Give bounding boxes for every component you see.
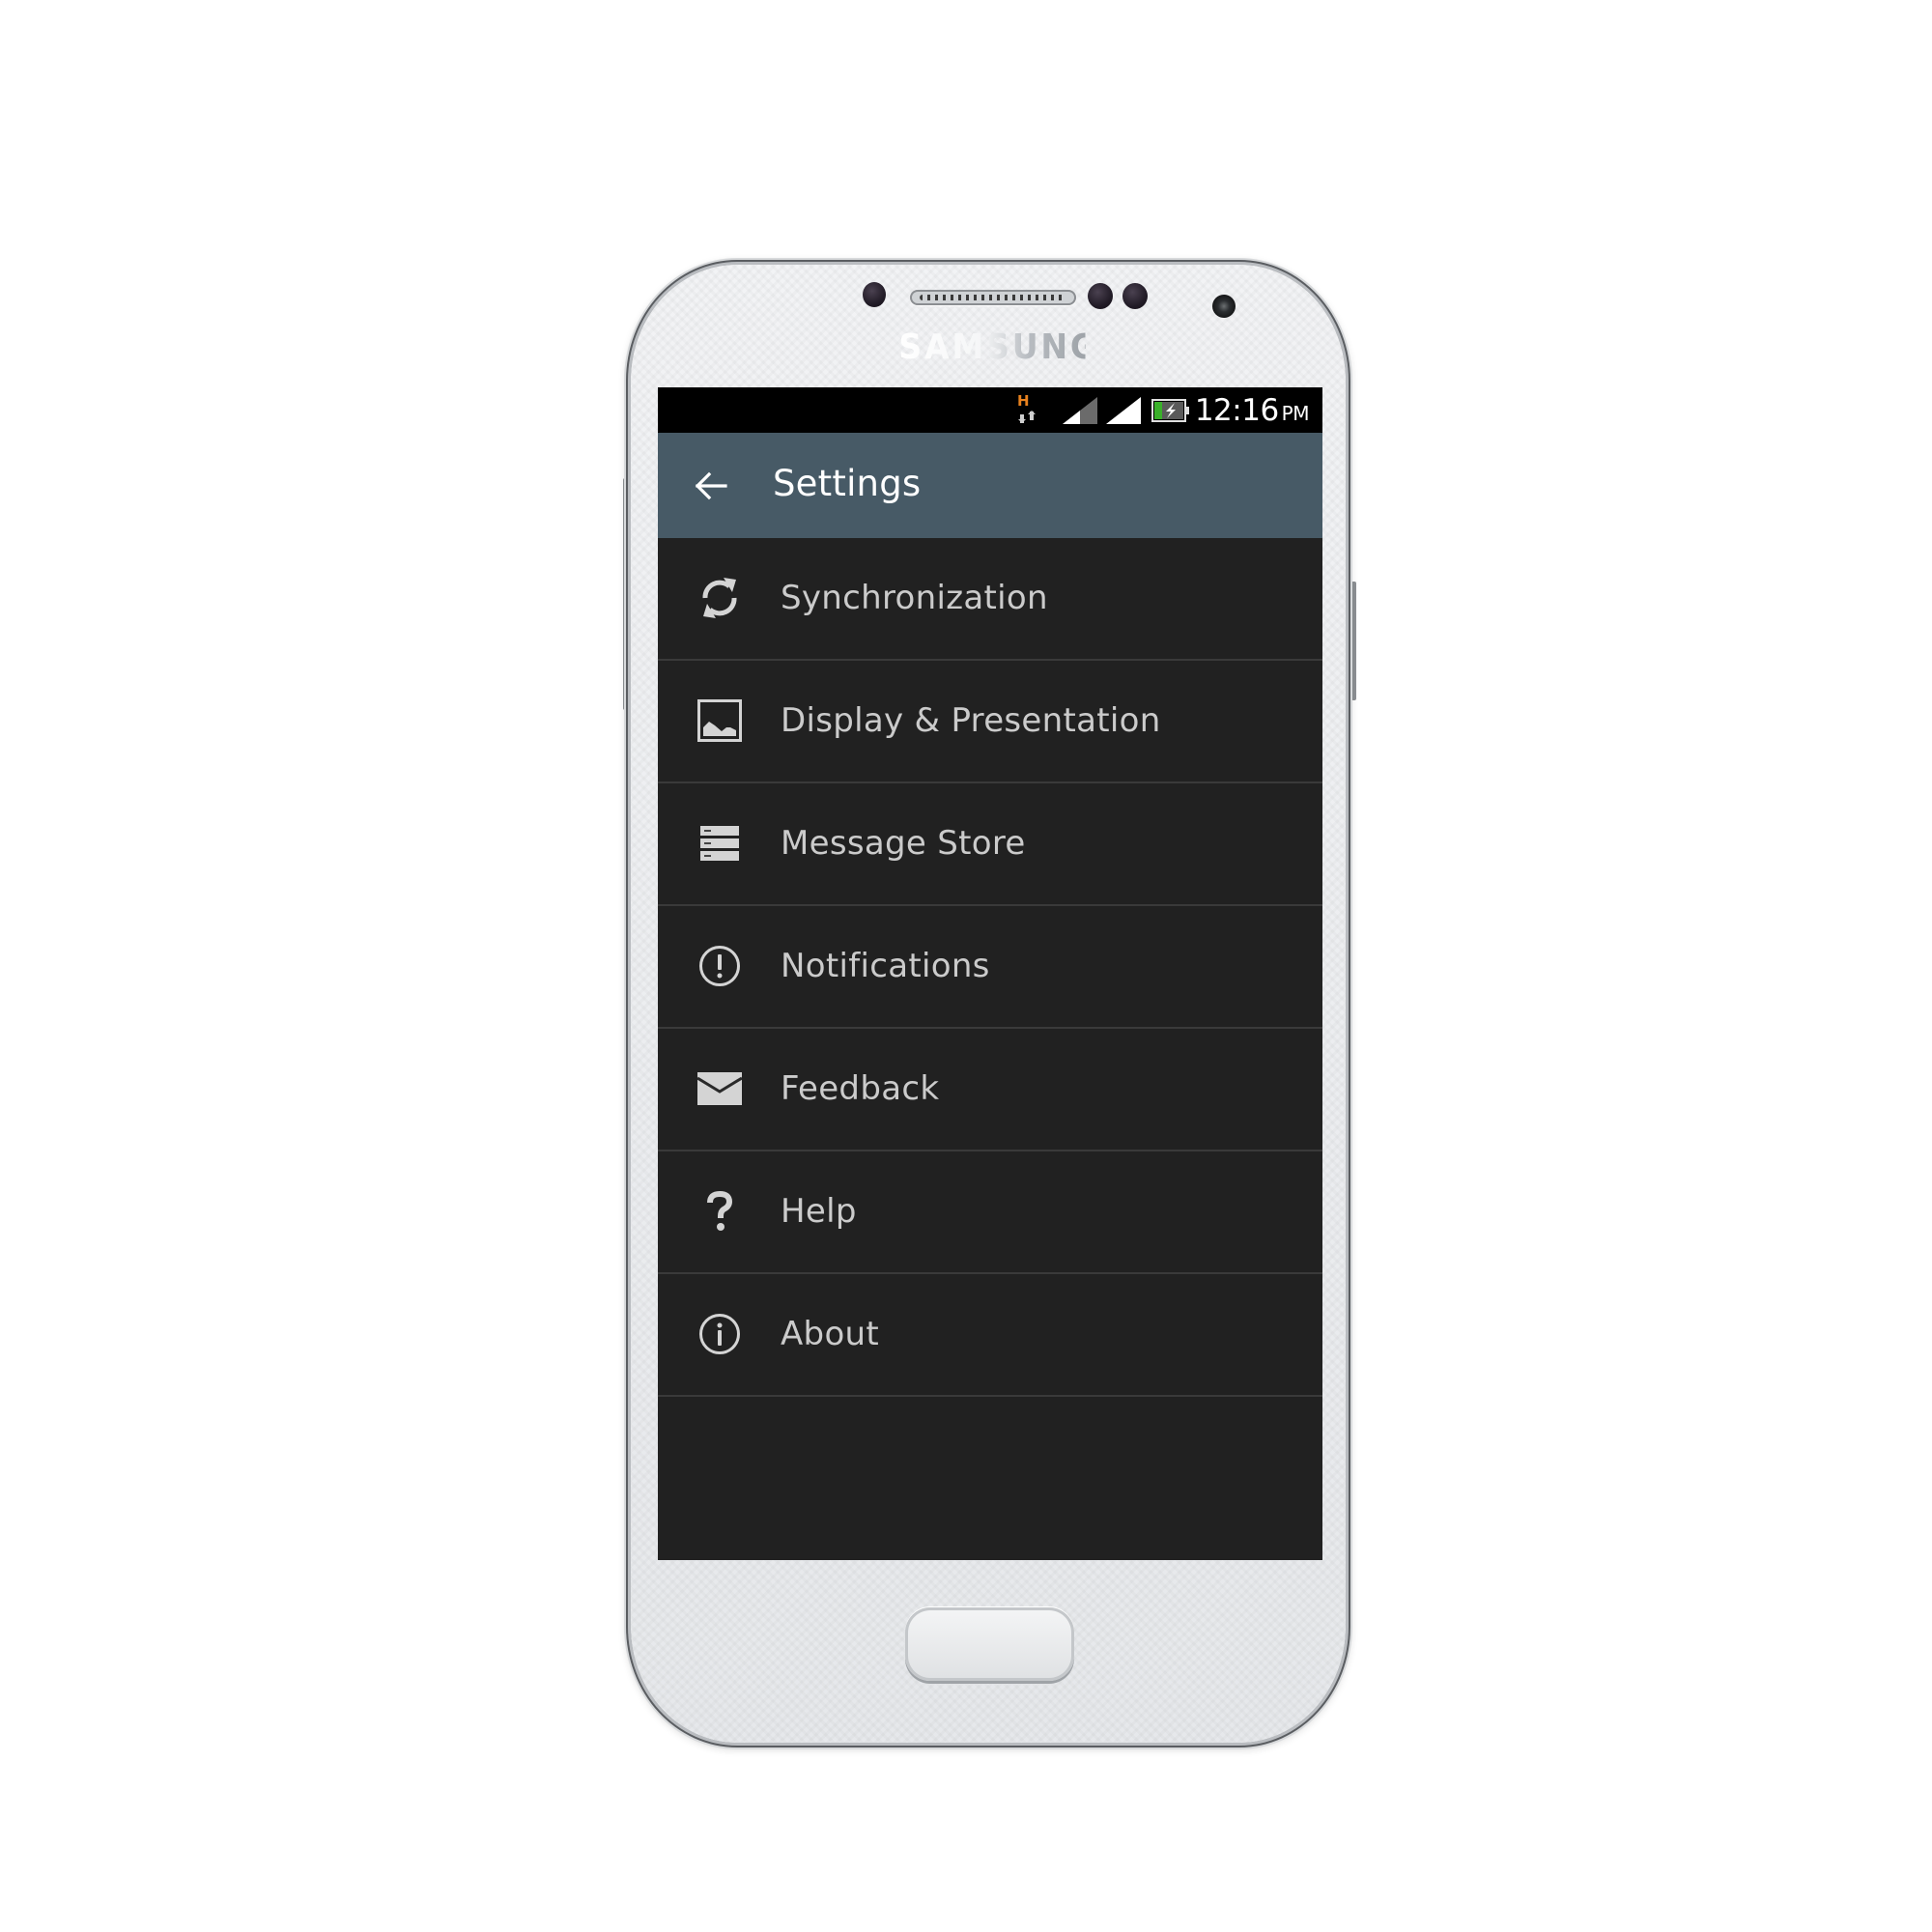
clock-time: 12:16 [1194, 393, 1279, 428]
earpiece-speaker [910, 290, 1076, 305]
signal-strength-partial-icon [1063, 397, 1097, 424]
page-title: Settings [773, 463, 922, 504]
mail-icon [696, 1065, 743, 1112]
network-h-icon: H [1017, 393, 1042, 428]
back-button[interactable] [687, 462, 735, 510]
signal-strength-full-icon [1106, 397, 1141, 424]
menu-item-label: Help [781, 1192, 857, 1231]
ir-sensor [1122, 283, 1148, 309]
alert-circle-icon [696, 943, 743, 989]
arrow-left-icon [695, 471, 727, 500]
data-activity-icon [1018, 411, 1036, 423]
menu-item-help[interactable]: Help [658, 1151, 1322, 1274]
info-icon [696, 1311, 743, 1357]
image-icon [696, 697, 743, 744]
menu-item-synchronization[interactable]: Synchronization [658, 538, 1322, 661]
network-type-label: H [1017, 392, 1030, 410]
screen: H 12:16 PM Settings Synchronization Disp… [658, 387, 1322, 1560]
app-bar: Settings [658, 433, 1322, 538]
battery-charging-icon [1151, 399, 1189, 422]
menu-item-label: Feedback [781, 1069, 940, 1108]
menu-item-notifications[interactable]: Notifications [658, 906, 1322, 1029]
settings-menu: Synchronization Display & Presentation M… [658, 538, 1322, 1397]
volume-button [623, 478, 628, 710]
light-sensor [1088, 283, 1113, 309]
sync-icon [696, 575, 743, 621]
storage-icon [696, 820, 743, 867]
home-button[interactable] [905, 1607, 1074, 1681]
help-icon [696, 1188, 743, 1235]
menu-item-feedback[interactable]: Feedback [658, 1029, 1322, 1151]
clock-ampm: PM [1281, 402, 1310, 425]
menu-item-display-presentation[interactable]: Display & Presentation [658, 661, 1322, 783]
menu-item-label: About [781, 1315, 880, 1353]
brand-logo: SAMSUNG [898, 327, 1099, 367]
menu-item-about[interactable]: About [658, 1274, 1322, 1397]
status-clock: 12:16 PM [1194, 392, 1310, 429]
proximity-sensor [863, 282, 886, 307]
menu-item-label: Display & Presentation [781, 701, 1161, 740]
power-button [1351, 582, 1356, 700]
menu-item-message-store[interactable]: Message Store [658, 783, 1322, 906]
front-camera [1212, 295, 1236, 318]
menu-item-label: Message Store [781, 824, 1026, 863]
menu-item-label: Synchronization [781, 579, 1048, 617]
status-bar: H 12:16 PM [658, 387, 1322, 433]
menu-item-label: Notifications [781, 947, 990, 985]
